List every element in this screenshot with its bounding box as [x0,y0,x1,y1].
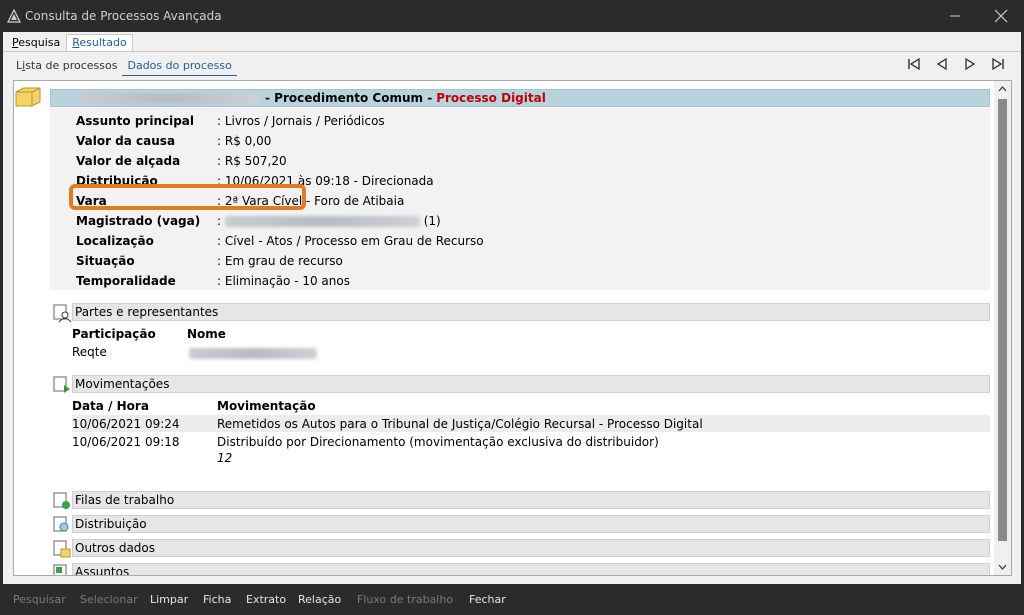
distribution-icon [53,516,69,532]
panel-margin [14,81,48,575]
section-outros-title: Outros dados [75,541,156,555]
work-queue-icon [53,492,70,509]
relacao-button[interactable]: Relação [298,593,341,606]
section-filas[interactable]: Filas de trabalho [72,491,990,509]
field-value-suffix: (1) [423,214,441,228]
close-icon [994,9,1008,23]
section-assuntos[interactable]: Assuntos [72,563,990,576]
col-data-hora: Data / Hora [72,399,149,413]
field-label: Situação [76,254,135,268]
tab-pesquisa[interactable]: Pesquisa [6,34,66,52]
main-tabs: Pesquisa Resultado [6,34,133,52]
first-icon [908,58,920,70]
pesquisar-button[interactable]: Pesquisar [13,593,66,606]
highlight-box [69,184,306,210]
movement-date: 10/06/2021 09:24 [72,417,180,431]
movement-date: 10/06/2021 09:18 [72,435,180,449]
sub-tabs: Lista de processos Dados do processo [11,58,237,76]
field-label: Temporalidade [76,274,176,288]
next-icon [965,58,976,70]
selecionar-button[interactable]: Selecionar [80,593,138,606]
process-class: - Procedimento Comum - [265,91,433,105]
section-movimentacoes-title: Movimentações [75,377,170,391]
field-value: : Cível - Atos / Processo em Grau de Rec… [217,234,484,248]
ficha-button[interactable]: Ficha [203,593,231,606]
field-label: Valor de alçada [76,154,181,168]
tab-lista-processos[interactable]: Lista de processos [11,58,122,76]
tab-resultado[interactable]: Resultado [66,34,133,52]
col-participacao: Participação [72,327,156,341]
subjects-icon [53,564,67,575]
movement-description: Distribuído por Direcionamento (moviment… [217,435,659,449]
chevron-down-icon [998,564,1007,570]
tab-pesquisa-label: esquisa [18,36,61,49]
last-icon [992,58,1004,70]
tab-dados-mnemonic: D [127,59,136,72]
app-logo-icon [7,9,21,23]
col-nome: Nome [187,327,226,341]
field-label: Valor da causa [76,134,176,148]
parties-icon [53,304,72,323]
party-participation: Reqte [72,345,107,359]
previous-icon [936,58,947,70]
section-distribuicao-title: Distribuição [75,517,147,531]
field-value: : Eliminação - 10 anos [217,274,350,288]
field-value-colon: : [217,214,222,228]
tab-dados-processo[interactable]: Dados do processo [122,58,237,76]
redacted-judge-name [224,216,420,227]
minimize-icon [950,15,960,17]
previous-record-button[interactable] [933,56,951,72]
field-label: Localização [76,234,154,248]
section-outros[interactable]: Outros dados [72,539,990,557]
field-value: : Em grau de recurso [217,254,343,268]
section-partes-title: Partes e representantes [75,305,219,319]
field-value: : (1) [217,214,441,228]
tab-resultado-label: esultado [79,36,127,49]
section-filas-title: Filas de trabalho [75,493,175,507]
tabs-divider [3,51,1021,52]
section-partes[interactable]: Partes e representantes [72,303,990,321]
field-label: Assunto principal [76,114,195,128]
extrato-button[interactable]: Extrato [246,593,286,606]
record-navigation [905,56,1007,72]
field-value: : R$ 0,00 [217,134,272,148]
redacted-process-number [79,92,259,104]
section-assuntos-title: Assuntos [75,565,130,576]
field-value: : Livros / Jornais / Periódicos [217,114,385,128]
process-header: - Procedimento Comum - Processo Digital [50,89,990,107]
tab-dados-label: ados do processo [135,59,232,72]
movement-detail: 12 [217,451,233,465]
fluxo-trabalho-button[interactable]: Fluxo de trabalho [357,593,453,606]
next-record-button[interactable] [961,56,979,72]
process-type: Processo Digital [436,91,546,105]
window-client: Pesquisa Resultado Lista de processos Da… [3,32,1021,584]
title-bar: Consulta de Processos Avançada [0,0,1024,32]
tab-lista-label: sta de processos [25,59,118,72]
col-movimentacao: Movimentação [217,399,316,413]
vertical-scrollbar[interactable] [994,81,1011,575]
limpar-button[interactable]: Limpar [150,593,188,606]
movement-description: Remetidos os Autos para o Tribunal de Ju… [217,417,703,431]
process-details-panel[interactable]: - Procedimento Comum - Processo Digital … [13,80,1012,576]
field-label: Magistrado (vaga) [76,214,201,228]
window-title: Consulta de Processos Avançada [25,9,222,23]
minimize-button[interactable] [932,0,978,32]
scroll-up-button[interactable] [994,81,1011,97]
scroll-thumb[interactable] [998,99,1007,541]
scroll-down-button[interactable] [994,559,1011,575]
other-data-icon [53,540,71,558]
section-distribuicao[interactable]: Distribuição [72,515,990,533]
chevron-up-icon [998,86,1007,92]
redacted-party-name [189,348,317,359]
first-record-button[interactable] [905,56,923,72]
last-record-button[interactable] [989,56,1007,72]
field-value: : R$ 507,20 [217,154,287,168]
folder-icon [15,87,41,107]
section-movimentacoes[interactable]: Movimentações [72,375,990,393]
movements-icon [53,376,70,393]
fechar-button[interactable]: Fechar [469,593,506,606]
close-button[interactable] [978,0,1024,32]
action-bar: Pesquisar Selecionar Limpar Ficha Extrat… [0,584,1024,615]
